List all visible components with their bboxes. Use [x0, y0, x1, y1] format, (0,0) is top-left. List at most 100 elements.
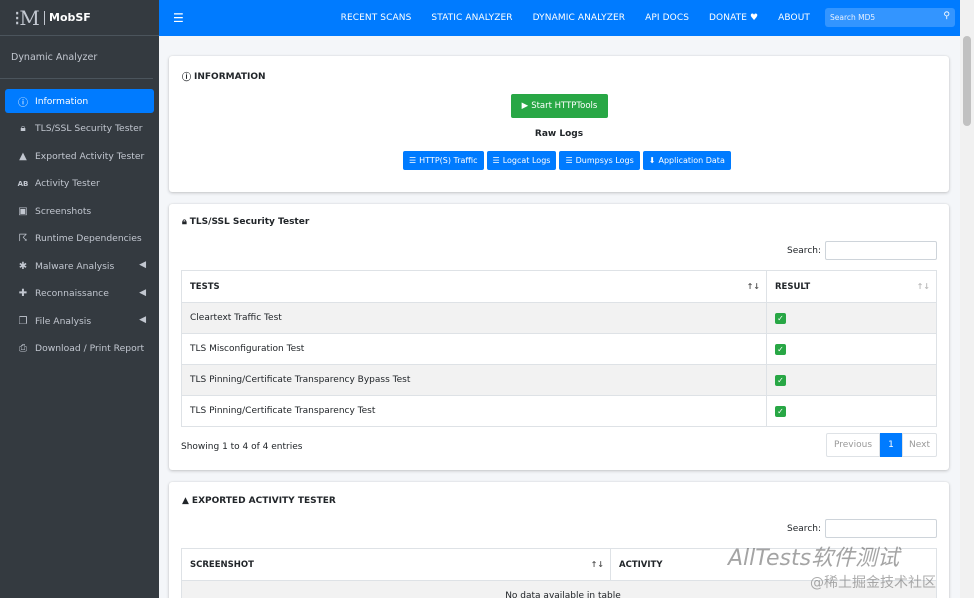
test-name-cell: TLS Pinning/Certificate Transparency Tes…	[181, 395, 767, 427]
dumpsys-logs-button[interactable]: ☰ Dumpsys Logs	[559, 151, 640, 170]
tls-search-input[interactable]	[825, 241, 937, 260]
images-icon: ▣	[18, 205, 28, 217]
sidebar-item-label: Exported Activity Tester	[35, 150, 145, 162]
information-card: ⓘ INFORMATION ▶ Start HTTPTools Raw Logs…	[169, 56, 949, 192]
table-row: TLS Pinning/Certificate Transparency Tes…	[181, 395, 937, 427]
search-md5-input[interactable]	[825, 13, 930, 22]
info-circle-icon: ⓘ	[18, 97, 28, 109]
test-name-cell: TLS Misconfiguration Test	[181, 333, 767, 365]
sort-icon: ↑↓	[590, 560, 604, 569]
watermark-text: AllTests软件测试	[728, 546, 900, 571]
chevron-left-icon: ◀	[139, 287, 146, 298]
check-square-icon: ✓	[775, 405, 786, 417]
sidebar-item-malware-analysis[interactable]: ✱ Malware Analysis ◀	[5, 254, 154, 278]
search-icon[interactable]: ⚲	[943, 11, 950, 21]
sidebar-item-label: Information	[35, 95, 89, 107]
list-icon: ☰	[409, 156, 417, 165]
raw-logs-buttons: ☰ HTTP(S) Traffic ☰ Logcat Logs ☰ Dumpsy…	[403, 151, 734, 170]
sidebar-item-label: Runtime Dependencies	[35, 233, 142, 244]
table-row: TLS Pinning/Certificate Transparency Byp…	[181, 364, 937, 396]
brand-link[interactable]: ⁝M MobSF	[0, 0, 159, 36]
sidebar-item-runtime-dependencies[interactable]: ☈ Runtime Dependencies	[5, 227, 154, 251]
raw-logs-label: Raw Logs	[534, 129, 584, 139]
sidebar-item-screenshots[interactable]: ▣ Screenshots	[5, 199, 154, 223]
column-header-label: TESTS	[190, 281, 220, 292]
sidebar-item-tls-ssl-tester[interactable]: 🔒︎ TLS/SSL Security Tester	[5, 117, 154, 141]
copy-icon: ❐	[18, 315, 28, 327]
http-traffic-button[interactable]: ☰ HTTP(S) Traffic	[403, 151, 484, 170]
sort-icon: ↑↓	[746, 282, 760, 291]
nav-static-analyzer[interactable]: STATIC ANALYZER	[431, 13, 512, 23]
top-navbar: ☰ RECENT SCANS STATIC ANALYZER DYNAMIC A…	[159, 0, 974, 36]
test-name-cell: TLS Pinning/Certificate Transparency Byp…	[181, 364, 767, 396]
sidebar-item-activity-tester[interactable]: AB Activity Tester	[5, 172, 154, 196]
information-title: ⓘ INFORMATION	[182, 70, 266, 84]
logcat-logs-button[interactable]: ☰ Logcat Logs	[486, 151, 557, 170]
test-name-cell: Cleartext Traffic Test	[181, 302, 767, 334]
sidebar-nav: ⓘ Information 🔒︎ TLS/SSL Security Tester…	[0, 79, 159, 361]
sidebar-section-title: Dynamic Analyzer	[0, 36, 153, 79]
logcat-logs-label: Logcat Logs	[502, 156, 551, 165]
table-row: Cleartext Traffic Test ✓	[181, 302, 937, 334]
sidebar-item-file-analysis[interactable]: ❐ File Analysis ◀	[5, 309, 154, 333]
nav-recent-scans[interactable]: RECENT SCANS	[341, 13, 412, 23]
play-icon: ▶	[521, 101, 529, 111]
check-square-icon: ✓	[775, 312, 786, 324]
nav-about[interactable]: ABOUT	[778, 13, 810, 23]
start-httptools-button[interactable]: ▶ Start HTTPTools	[511, 94, 608, 118]
column-header-tests[interactable]: TESTS ↑↓	[181, 270, 767, 303]
sidebar-item-label: Activity Tester	[35, 178, 100, 189]
column-header-label: ACTIVITY	[619, 559, 663, 570]
result-cell: ✓	[766, 395, 937, 427]
exported-search: Search:	[787, 519, 937, 538]
pagination-page-1[interactable]: 1	[880, 433, 902, 457]
page-scrollbar[interactable]	[960, 0, 974, 598]
tls-search: Search:	[787, 241, 937, 260]
check-square-icon: ✓	[775, 374, 786, 386]
scrollbar-thumb[interactable]	[963, 36, 971, 126]
running-icon: ☈	[18, 233, 28, 244]
sidebar-item-information[interactable]: ⓘ Information	[5, 89, 154, 113]
column-header-screenshot[interactable]: SCREENSHOT ↑↓	[181, 548, 611, 581]
brand-divider	[44, 10, 45, 25]
pagination-previous[interactable]: Previous	[826, 433, 880, 457]
list-icon: ☰	[565, 156, 573, 165]
top-nav-links: RECENT SCANS STATIC ANALYZER DYNAMIC ANA…	[321, 0, 810, 36]
mobsf-logo-icon: ⁝M	[14, 5, 40, 30]
column-header-result[interactable]: RESULT ↑↓	[766, 270, 937, 303]
nav-api-docs[interactable]: API DOCS	[645, 13, 689, 23]
sidebar: ⁝M MobSF Dynamic Analyzer ⓘ Information …	[0, 0, 159, 598]
dumpsys-logs-label: Dumpsys Logs	[575, 156, 634, 165]
lock-icon: 🔒︎	[182, 217, 187, 227]
application-data-button[interactable]: ⬇ Application Data	[642, 151, 731, 170]
exported-activity-title: ▲ EXPORTED ACTIVITY TESTER	[182, 496, 336, 506]
print-icon: ⎙	[19, 343, 27, 354]
info-circle-icon: ⓘ	[182, 73, 192, 83]
sort-icon: ↑↓	[916, 282, 930, 291]
sidebar-item-reconnaissance[interactable]: ✚ Reconnaissance ◀	[5, 282, 154, 306]
plus-icon: ✚	[18, 288, 28, 299]
result-cell: ✓	[766, 364, 937, 396]
exported-activity-title-text: EXPORTED ACTIVITY TESTER	[191, 496, 336, 506]
hamburger-menu-icon[interactable]: ☰	[173, 11, 184, 25]
exported-search-input[interactable]	[825, 519, 937, 538]
chevron-left-icon: ◀	[139, 315, 146, 325]
application-data-label: Application Data	[658, 156, 725, 165]
nav-dynamic-analyzer[interactable]: DYNAMIC ANALYZER	[533, 13, 625, 23]
shapes-icon: ▲	[19, 150, 27, 162]
download-icon: ⬇	[648, 156, 656, 165]
pagination-next[interactable]: Next	[902, 433, 937, 457]
ab-icon: AB	[17, 179, 29, 188]
tls-table: TESTS ↑↓ RESULT ↑↓ Cleartext Traffic Tes…	[181, 270, 937, 427]
column-header-label: SCREENSHOT	[190, 559, 254, 570]
sidebar-item-label: Screenshots	[35, 205, 92, 217]
sidebar-item-download-report[interactable]: ⎙ Download / Print Report	[5, 337, 154, 361]
sidebar-item-label: TLS/SSL Security Tester	[35, 123, 143, 134]
start-httptools-label: Start HTTPTools	[531, 101, 598, 111]
tls-ssl-title-text: TLS/SSL Security Tester	[189, 217, 310, 227]
tls-ssl-title: 🔒︎ TLS/SSL Security Tester	[182, 217, 309, 227]
result-cell: ✓	[766, 333, 937, 365]
sidebar-item-label: Malware Analysis	[35, 260, 115, 272]
nav-donate[interactable]: DONATE ♥	[709, 13, 758, 23]
sidebar-item-exported-activity-tester[interactable]: ▲ Exported Activity Tester	[5, 144, 154, 168]
